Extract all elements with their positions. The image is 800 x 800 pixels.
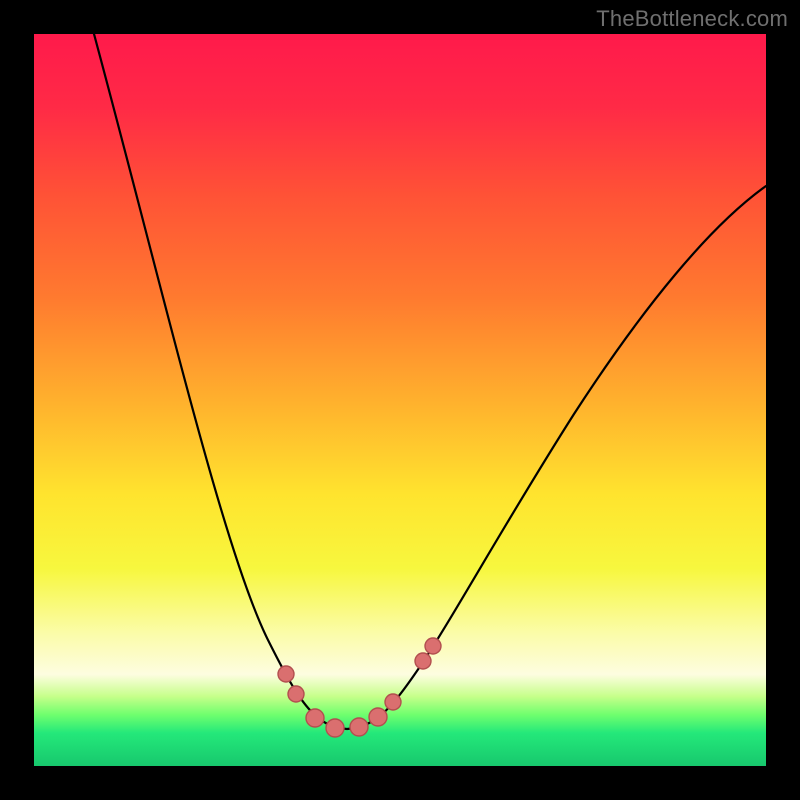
gradient-background [34,34,766,766]
plot-area [34,34,766,766]
optimal-marker [415,653,431,669]
optimal-marker [350,718,368,736]
watermark-text: TheBottleneck.com [596,6,788,32]
optimal-marker [369,708,387,726]
optimal-marker [326,719,344,737]
chart-frame: TheBottleneck.com [0,0,800,800]
optimal-marker [425,638,441,654]
optimal-marker [385,694,401,710]
optimal-marker [278,666,294,682]
optimal-marker [306,709,324,727]
optimal-marker [288,686,304,702]
chart-svg [34,34,766,766]
